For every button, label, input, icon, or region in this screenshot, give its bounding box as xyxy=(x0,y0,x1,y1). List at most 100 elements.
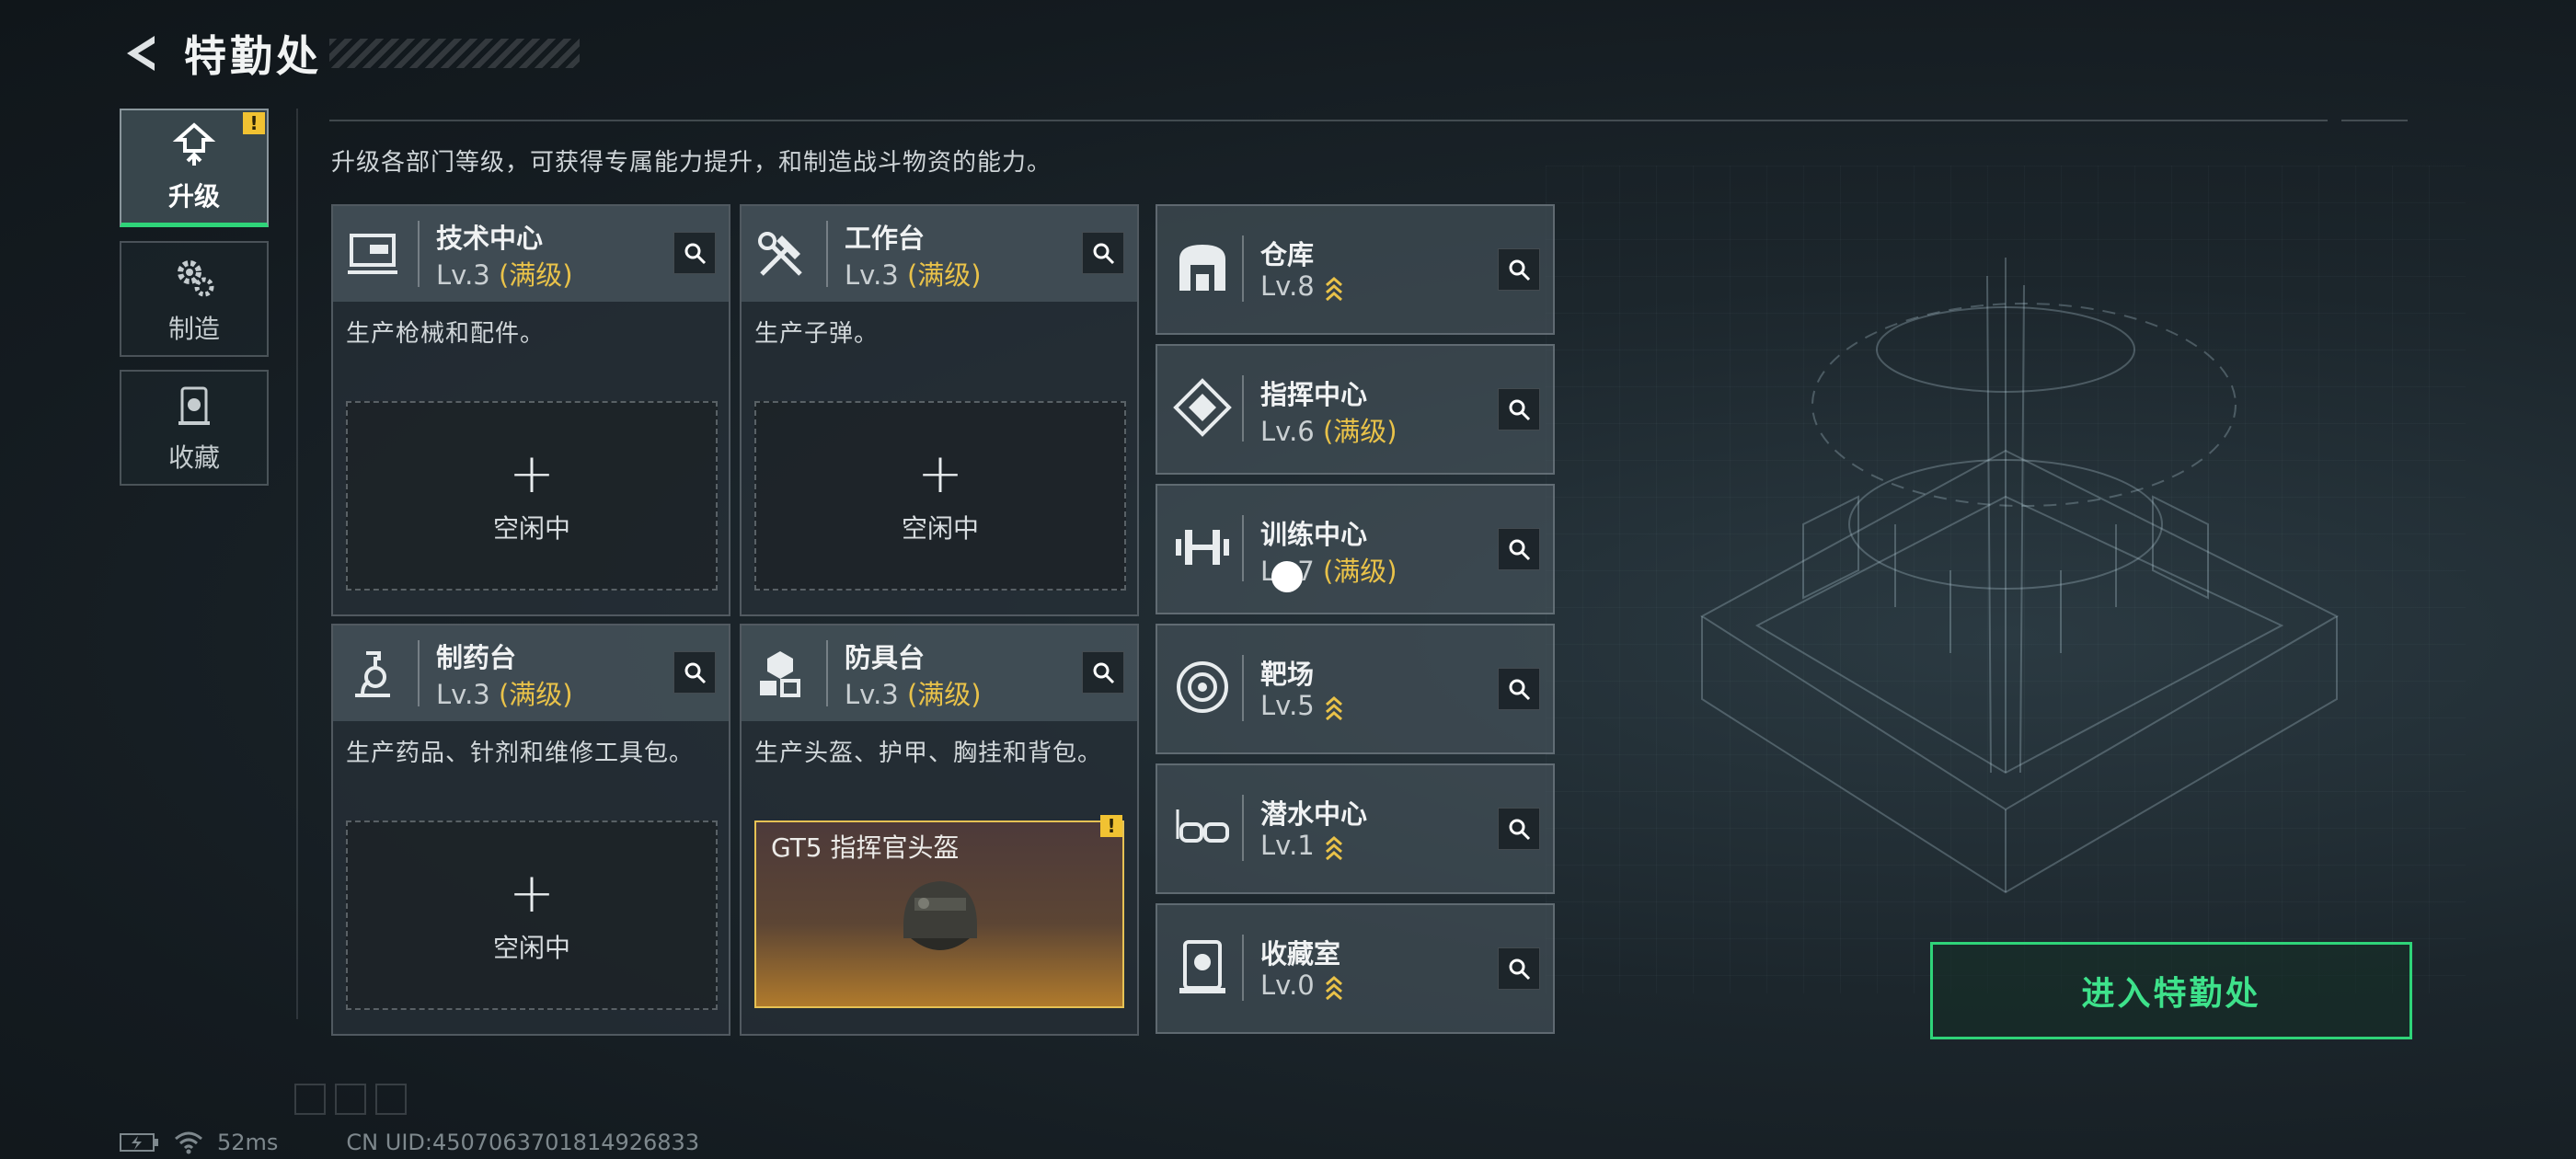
max-level-tag: (满级) xyxy=(1322,416,1397,447)
title-decoration xyxy=(329,39,580,68)
slot-status: 空闲中 xyxy=(492,513,570,544)
facility-card-shooting-range[interactable]: 靶场 Lv.5 xyxy=(1156,624,1555,754)
nav-tab-collection[interactable]: 收藏 xyxy=(120,370,269,486)
facility-name: 潜水中心 xyxy=(1260,798,1368,830)
facility-name: 收藏室 xyxy=(1260,938,1341,970)
inspect-button[interactable] xyxy=(1498,388,1540,430)
facility-name: 指挥中心 xyxy=(1260,379,1368,410)
dept-level: Lv.3 (满级) xyxy=(436,679,573,710)
nav-tab-craft[interactable]: 制造 xyxy=(120,241,269,357)
card-separator xyxy=(418,221,420,287)
search-icon xyxy=(1093,662,1115,684)
wifi-icon xyxy=(175,1131,202,1154)
card-separator xyxy=(826,221,828,287)
nav-label-upgrade: 升级 xyxy=(167,181,220,212)
facility-level: Lv.1 xyxy=(1260,830,1344,861)
facility-level: Lv.5 xyxy=(1260,690,1344,721)
production-slot-item[interactable]: GT5 指挥官头盔 ! xyxy=(754,815,1124,1008)
max-level-tag: (满级) xyxy=(1322,556,1397,587)
inspect-button[interactable] xyxy=(673,651,716,694)
production-slot[interactable]: + 空闲中 xyxy=(346,401,718,591)
nav-label-collection: 收藏 xyxy=(167,442,220,473)
alert-badge: ! xyxy=(1100,815,1122,837)
facility-card-training-center[interactable]: 训练中心 Lv.7 (满级) xyxy=(1156,484,1555,614)
dept-card-armor-bench[interactable]: 防具台 Lv.3 (满级) 生产头盔、护甲、胸挂和背包。 GT5 指挥官头盔 ! xyxy=(740,624,1139,1036)
armor-bench-icon xyxy=(760,651,800,697)
upgrade-available-icon xyxy=(1325,277,1342,302)
slot-status: 空闲中 xyxy=(492,933,570,963)
search-icon xyxy=(1509,958,1531,981)
tech-center-icon xyxy=(348,234,397,274)
dept-name: 防具台 xyxy=(845,642,926,673)
search-icon xyxy=(1509,539,1531,561)
inspect-button[interactable] xyxy=(1498,528,1540,570)
dept-name: 制药台 xyxy=(436,642,517,673)
card-separator xyxy=(826,640,828,706)
upgrade-available-icon xyxy=(1325,696,1342,721)
search-icon xyxy=(1509,819,1531,841)
enter-special-ops-button[interactable]: 进入特勤处 xyxy=(1930,942,2412,1039)
card-separator xyxy=(1242,935,1244,1001)
warehouse-icon xyxy=(1179,245,1225,291)
max-level-tag: (满级) xyxy=(498,679,573,710)
nav-tab-upgrade[interactable]: 升级 ! xyxy=(120,109,269,227)
facility-level: Lv.0 xyxy=(1260,970,1344,1001)
card-header: 防具台 Lv.3 (满级) xyxy=(742,625,1137,721)
workbench-icon xyxy=(758,232,802,276)
card-header: 制药台 Lv.3 (满级) xyxy=(333,625,729,721)
inspect-button[interactable] xyxy=(1498,947,1540,990)
pharmacy-icon xyxy=(355,651,390,697)
upgrade-description: 升级各部门等级，可获得专属能力提升，和制造战斗物资的能力。 xyxy=(331,149,1052,177)
slot-status: 空闲中 xyxy=(901,513,979,544)
facility-card-command-center[interactable]: 指挥中心 Lv.6 (满级) xyxy=(1156,344,1555,475)
search-icon xyxy=(1093,243,1115,265)
dept-name: 工作台 xyxy=(845,223,926,254)
facility-name: 仓库 xyxy=(1260,239,1315,270)
card-separator xyxy=(1242,515,1244,581)
inspect-button[interactable] xyxy=(1082,651,1124,694)
upgrade-icon xyxy=(172,122,216,166)
status-bar: 52ms CN UID:4507063701814926833 xyxy=(120,1130,699,1155)
add-icon: + xyxy=(508,861,556,925)
helmet-icon xyxy=(903,881,977,950)
alert-badge: ! xyxy=(243,112,265,134)
dept-description: 生产枪械和配件。 xyxy=(346,320,546,348)
search-icon xyxy=(1509,399,1531,421)
dept-level: Lv.3 (满级) xyxy=(845,679,982,710)
search-icon xyxy=(1509,259,1531,281)
inspect-button[interactable] xyxy=(1498,668,1540,710)
divider xyxy=(2341,120,2408,121)
header: 特勤处 xyxy=(118,26,322,81)
inspect-button[interactable] xyxy=(673,232,716,274)
facility-name: 训练中心 xyxy=(1260,519,1368,550)
upgrade-available-icon xyxy=(1325,836,1342,861)
facility-name: 靶场 xyxy=(1260,659,1315,690)
divider xyxy=(296,109,298,1019)
back-arrow-icon[interactable] xyxy=(118,30,164,76)
card-separator xyxy=(1242,375,1244,442)
facility-card-collection-room[interactable]: 收藏室 Lv.0 xyxy=(1156,903,1555,1034)
search-icon xyxy=(1509,679,1531,701)
production-slot[interactable]: + 空闲中 xyxy=(754,401,1126,591)
inspect-button[interactable] xyxy=(1498,248,1540,291)
command-center-icon xyxy=(1173,378,1232,437)
dept-card-workbench[interactable]: 工作台 Lv.3 (满级) 生产子弹。 + 空闲中 xyxy=(740,204,1139,616)
diving-center-icon xyxy=(1176,809,1229,843)
page-title: 特勤处 xyxy=(184,31,322,81)
dept-card-pharmacy[interactable]: 制药台 Lv.3 (满级) 生产药品、针剂和维修工具包。 + 空闲中 xyxy=(331,624,730,1036)
production-slot[interactable]: + 空闲中 xyxy=(346,820,718,1010)
card-separator xyxy=(1242,655,1244,721)
dept-description: 生产子弹。 xyxy=(754,320,880,348)
inspect-button[interactable] xyxy=(1082,232,1124,274)
inspect-button[interactable] xyxy=(1498,808,1540,850)
facility-card-warehouse[interactable]: 仓库 Lv.8 xyxy=(1156,204,1555,335)
max-level-tag: (满级) xyxy=(906,679,982,710)
gears-icon xyxy=(178,260,214,297)
item-name: GT5 指挥官头盔 xyxy=(771,832,960,863)
upgrade-available-icon xyxy=(1325,976,1342,1001)
facility-card-diving-center[interactable]: 潜水中心 Lv.1 xyxy=(1156,763,1555,894)
dept-card-tech-center[interactable]: 技术中心 Lv.3 (满级) 生产枪械和配件。 + 空闲中 xyxy=(331,204,730,616)
divider xyxy=(329,120,2328,121)
card-separator xyxy=(1242,235,1244,302)
dept-description: 生产药品、针剂和维修工具包。 xyxy=(346,740,695,767)
